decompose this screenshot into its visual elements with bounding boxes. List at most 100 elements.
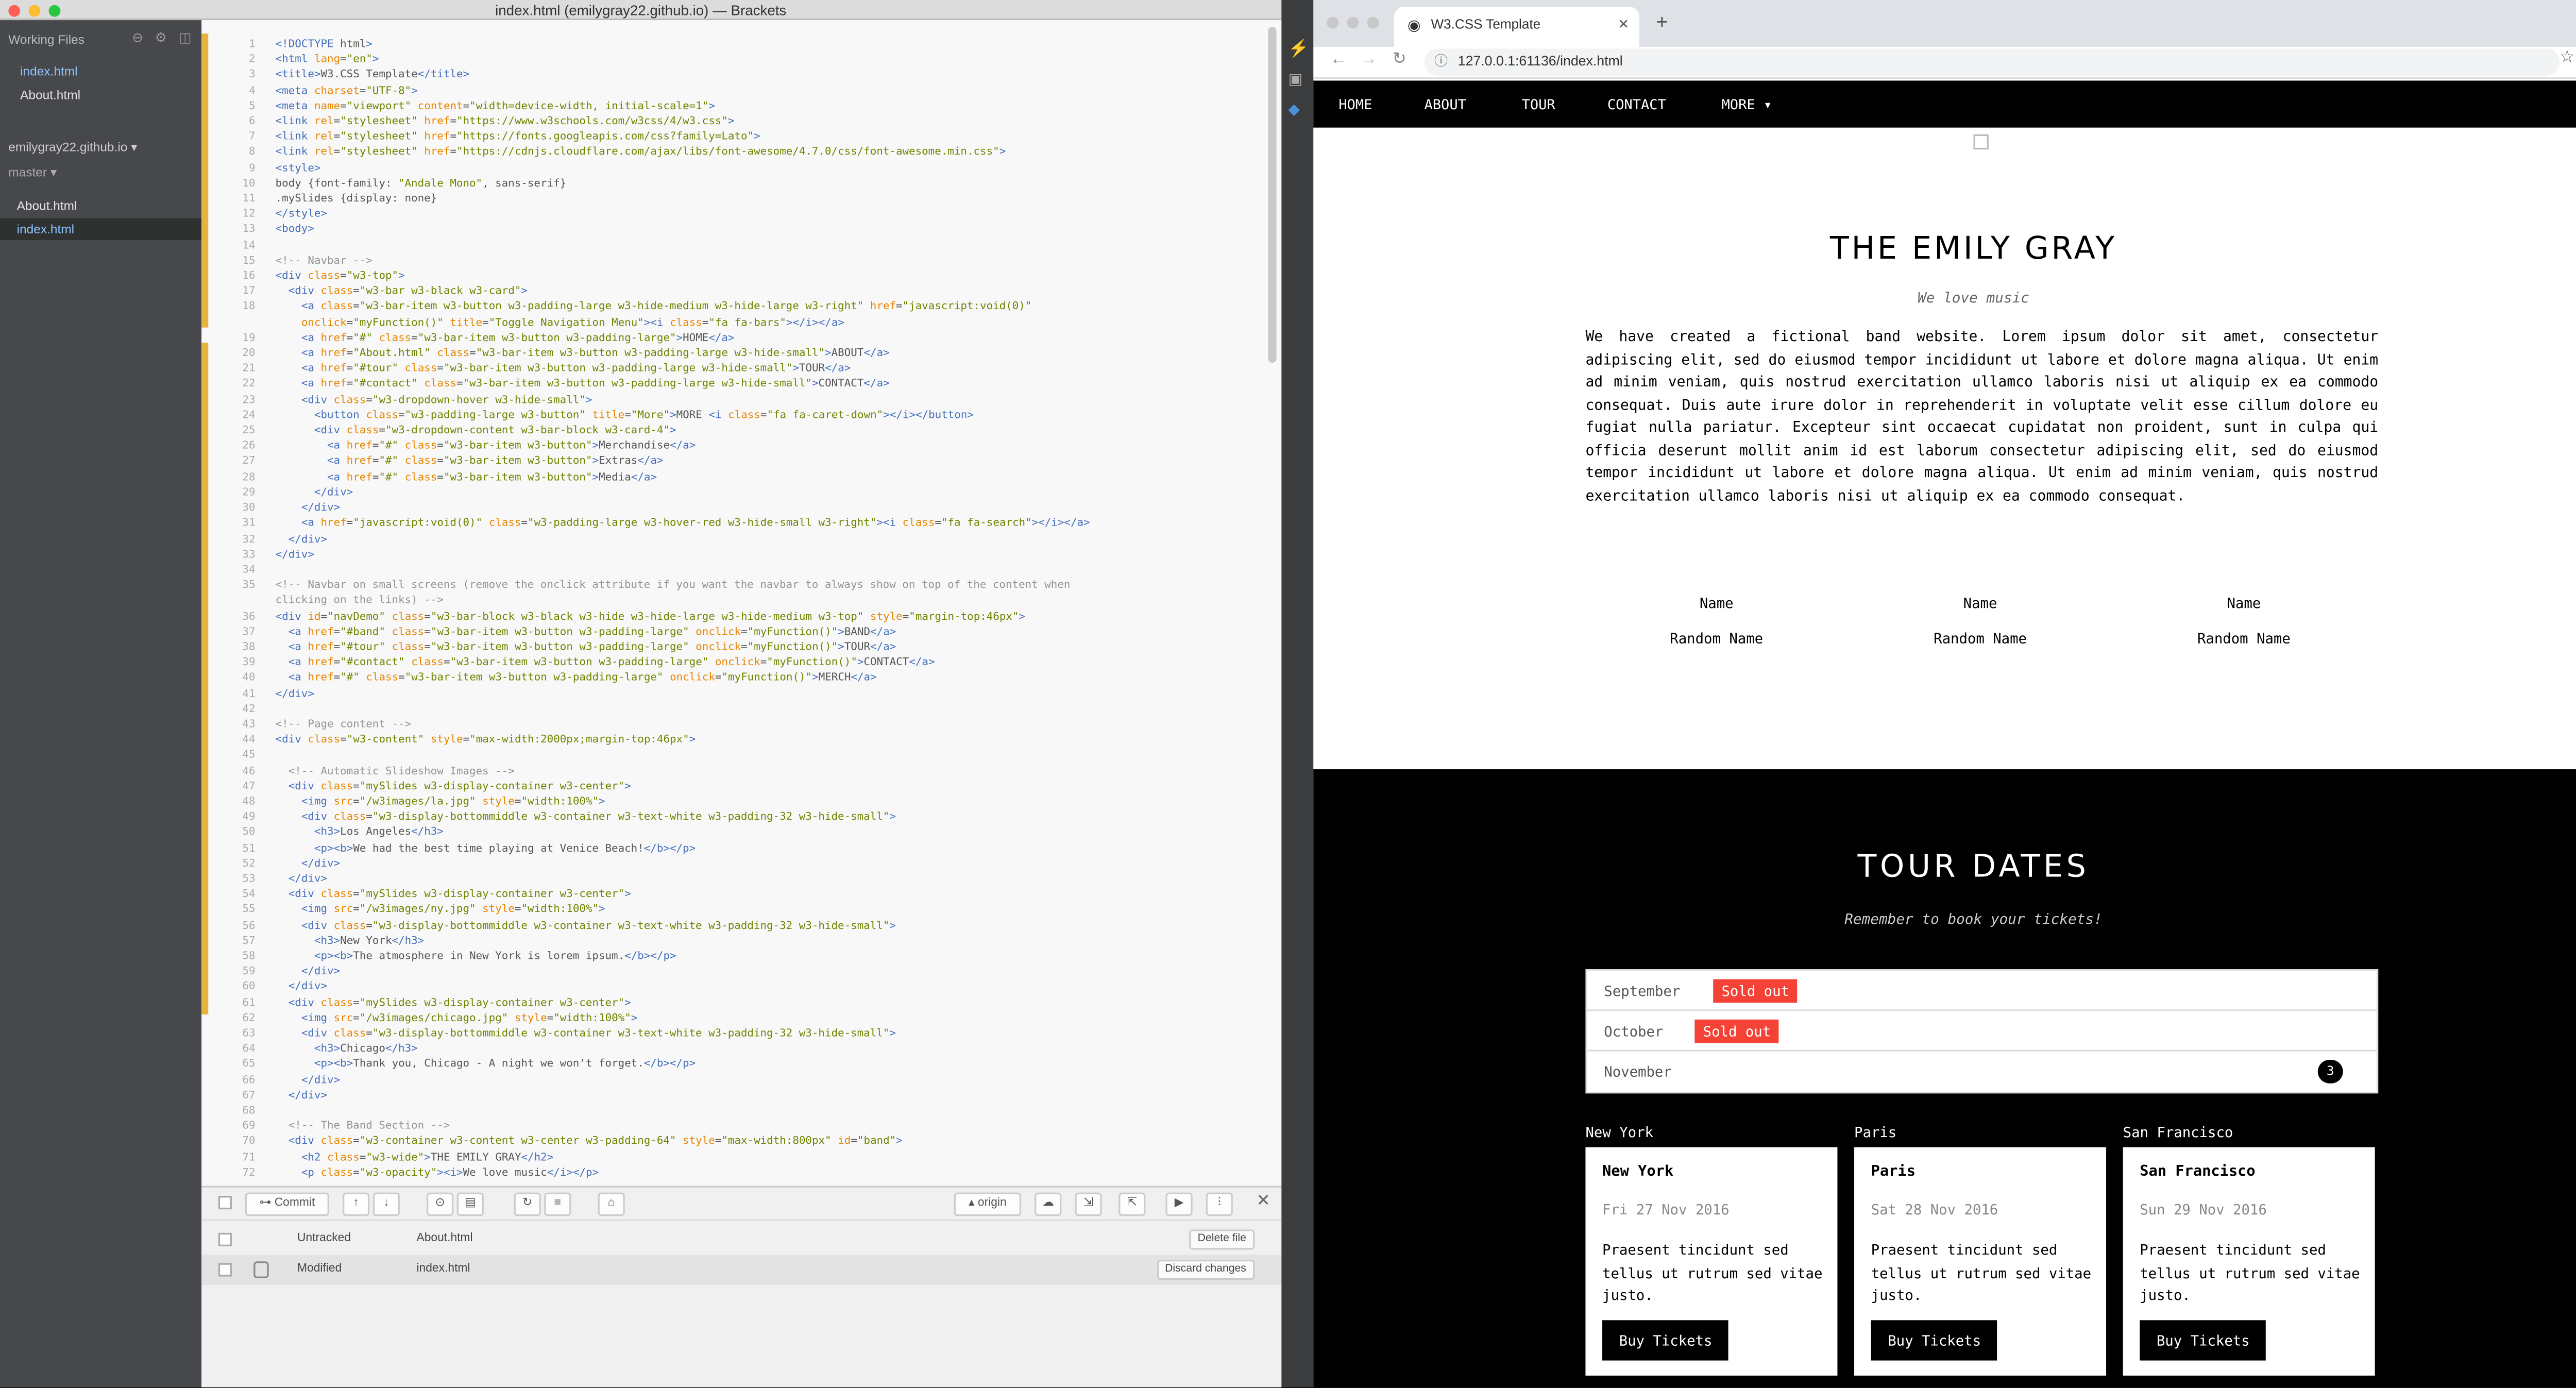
code-content[interactable]: 1 <!DOCTYPE html> 2 <html lang="en"> 3 <title…	[215, 37, 1090, 1181]
code-line[interactable]: 40 <a href="#" class="w3-bar-item w3-but…	[215, 671, 1090, 686]
code-line[interactable]: 47 <div class="mySlides w3-display-conta…	[215, 779, 1090, 794]
code-line[interactable]: 53 </div>	[215, 872, 1090, 887]
split-view-icon[interactable]: ◫	[179, 30, 192, 45]
remote-origin-dropdown[interactable]: ▴ origin	[954, 1192, 1022, 1216]
code-line[interactable]: 30 </div>	[215, 501, 1090, 516]
code-line[interactable]: 14	[215, 238, 1090, 253]
settings-icon[interactable]: ⫶	[1206, 1192, 1233, 1216]
code-line[interactable]: 55 <img src="/w3images/ny.jpg" style="wi…	[215, 903, 1090, 918]
zoom-window-icon[interactable]	[48, 5, 61, 17]
diff-icon[interactable]	[253, 1261, 269, 1278]
close-tab-icon[interactable]: ✕	[1618, 7, 1629, 44]
code-line[interactable]: 70 <div class="w3-container w3-content w…	[215, 1135, 1090, 1150]
code-line[interactable]: 56 <div class="w3-display-bottommiddle w…	[215, 918, 1090, 934]
zoom-window-icon[interactable]	[1367, 16, 1379, 29]
code-line[interactable]: 33 </div>	[215, 547, 1090, 563]
nav-contact[interactable]: CONTACT	[1607, 80, 1666, 127]
code-line[interactable]: 52 </div>	[215, 856, 1090, 872]
code-line[interactable]: 27 <a href="#" class="w3-bar-item w3-but…	[215, 454, 1090, 470]
code-line[interactable]: 38 <a href="#tour" class="w3-bar-item w3…	[215, 640, 1090, 655]
buy-tickets-button[interactable]: Buy Tickets	[1602, 1320, 1730, 1361]
code-line[interactable]: 35 <!-- Navbar on small screens (remove t…	[215, 578, 1090, 594]
code-line[interactable]: 44 <div class="w3-content" style="max-wid…	[215, 733, 1090, 748]
refresh-icon[interactable]: ↻	[514, 1192, 541, 1216]
code-line[interactable]: 16 <div class="w3-top">	[215, 269, 1090, 284]
file-checkbox[interactable]	[218, 1263, 232, 1277]
close-panel-icon[interactable]: ✕	[1256, 1193, 1270, 1211]
code-line[interactable]: onclick="myFunction()" title="Toggle Nav…	[215, 315, 1090, 331]
code-line[interactable]: 5 <meta name="viewport" content="width=de…	[215, 99, 1090, 114]
code-line[interactable]: 64 <h3>Chicago</h3>	[215, 1042, 1090, 1057]
code-line[interactable]: 6 <link rel="stylesheet" href="https://ww…	[215, 114, 1090, 130]
code-line[interactable]: 48 <img src="/w3images/la.jpg" style="wi…	[215, 794, 1090, 810]
code-line[interactable]: 49 <div class="w3-display-bottommiddle w…	[215, 810, 1090, 825]
working-file-item[interactable]: About.html	[20, 88, 80, 103]
code-line[interactable]: 67 </div>	[215, 1088, 1090, 1104]
code-line[interactable]: 32 </div>	[215, 532, 1090, 547]
branch-dropdown[interactable]: master ▾	[8, 164, 57, 179]
pull-icon[interactable]: ↑	[343, 1192, 370, 1216]
tag-icon[interactable]: ⌂	[598, 1192, 625, 1216]
code-line[interactable]: 4 <meta charset="UTF-8">	[215, 83, 1090, 99]
git-icon[interactable]: ◆	[1288, 101, 1300, 120]
code-line[interactable]: 2 <html lang="en">	[215, 53, 1090, 68]
code-line[interactable]: 23 <div class="w3-dropdown-hover w3-hide…	[215, 393, 1090, 408]
code-line[interactable]: 61 <div class="mySlides w3-display-conta…	[215, 995, 1090, 1011]
reload-icon[interactable]: ↻	[1393, 50, 1406, 69]
code-line[interactable]: 31 <a href="javascript:void(0)" class="w…	[215, 516, 1090, 532]
code-line[interactable]: 68	[215, 1104, 1090, 1119]
code-line[interactable]: 22 <a href="#contact" class="w3-bar-item…	[215, 377, 1090, 393]
minimize-window-icon[interactable]	[28, 5, 41, 17]
tree-file-item-selected[interactable]: index.html	[17, 222, 74, 236]
code-line[interactable]: 17 <div class="w3-bar w3-black w3-card">	[215, 284, 1090, 300]
code-line[interactable]: 8 <link rel="stylesheet" href="https://cd…	[215, 145, 1090, 161]
discard-changes-button[interactable]: Discard changes	[1156, 1260, 1255, 1280]
code-line[interactable]: 15 <!-- Navbar -->	[215, 253, 1090, 269]
code-line[interactable]: 72 <p class="w3-opacity"><i>We love musi…	[215, 1165, 1090, 1181]
git-file-row[interactable]: Modified index.html Discard changes	[201, 1255, 1282, 1285]
code-line[interactable]: 10 body {font-family: "Andale Mono", sans…	[215, 176, 1090, 192]
code-line[interactable]: 21 <a href="#tour" class="w3-bar-item w3…	[215, 362, 1090, 377]
code-line[interactable]: 39 <a href="#contact" class="w3-bar-item…	[215, 655, 1090, 671]
code-line[interactable]: 34	[215, 563, 1090, 578]
select-all-checkbox[interactable]	[218, 1196, 232, 1210]
code-line[interactable]: 66 </div>	[215, 1073, 1090, 1088]
code-line[interactable]: 57 <h3>New York</h3>	[215, 934, 1090, 949]
code-line[interactable]: clicking on the links) -->	[215, 594, 1090, 609]
back-icon[interactable]: ←	[1330, 50, 1347, 69]
close-window-icon[interactable]	[8, 5, 21, 17]
code-editor[interactable]: 1 <!DOCTYPE html> 2 <html lang="en"> 3 <title…	[201, 20, 1282, 1186]
code-line[interactable]: 7 <link rel="stylesheet" href="https://fo…	[215, 130, 1090, 145]
code-line[interactable]: 51 <p><b>We had the best time playing at…	[215, 841, 1090, 856]
browser-tab[interactable]: ◉ W3.CSS Template ✕	[1394, 7, 1639, 47]
minimize-window-icon[interactable]	[1347, 16, 1359, 29]
code-line[interactable]: 54 <div class="mySlides w3-display-conta…	[215, 887, 1090, 903]
code-line[interactable]: 63 <div class="w3-display-bottommiddle w…	[215, 1026, 1090, 1042]
code-line[interactable]: 60 </div>	[215, 980, 1090, 995]
code-line[interactable]: 1 <!DOCTYPE html>	[215, 37, 1090, 53]
live-preview-icon[interactable]: ⚡	[1288, 40, 1309, 59]
code-line[interactable]: 9 <style>	[215, 161, 1090, 176]
commit-button[interactable]: ⊶ Commit	[245, 1192, 329, 1216]
delete-file-button[interactable]: Delete file	[1189, 1229, 1255, 1250]
address-bar[interactable]: ⓘ 127.0.0.1:61136/index.html	[1424, 48, 2560, 76]
working-file-item[interactable]: index.html	[20, 64, 77, 79]
nav-about[interactable]: ABOUT	[1424, 80, 1466, 127]
push-icon[interactable]: ↓	[372, 1192, 400, 1216]
history-icon[interactable]: ⊙	[427, 1192, 454, 1216]
code-line[interactable]: 13 <body>	[215, 223, 1090, 238]
code-line[interactable]: 59 </div>	[215, 964, 1090, 980]
code-line[interactable]: 58 <p><b>The atmosphere in New York is l…	[215, 949, 1090, 964]
code-line[interactable]: 24 <button class="w3-padding-large w3-bu…	[215, 408, 1090, 424]
pull-remote-icon[interactable]: ⇲	[1075, 1192, 1102, 1216]
new-tab-icon[interactable]: +	[1656, 10, 1668, 34]
code-line[interactable]: 36 <div id="navDemo" class="w3-bar-block …	[215, 609, 1090, 624]
code-line[interactable]: 29 </div>	[215, 485, 1090, 501]
code-line[interactable]: 65 <p><b>Thank you, Chicago - A night we…	[215, 1057, 1090, 1073]
extension-manager-icon[interactable]: ▣	[1288, 71, 1302, 89]
code-line[interactable]: 45	[215, 748, 1090, 764]
git-file-row[interactable]: Untracked About.html Delete file	[201, 1225, 1281, 1255]
push-remote-icon[interactable]: ⇱	[1118, 1192, 1146, 1216]
code-line[interactable]: 42	[215, 702, 1090, 717]
code-line[interactable]: 26 <a href="#" class="w3-bar-item w3-but…	[215, 439, 1090, 454]
